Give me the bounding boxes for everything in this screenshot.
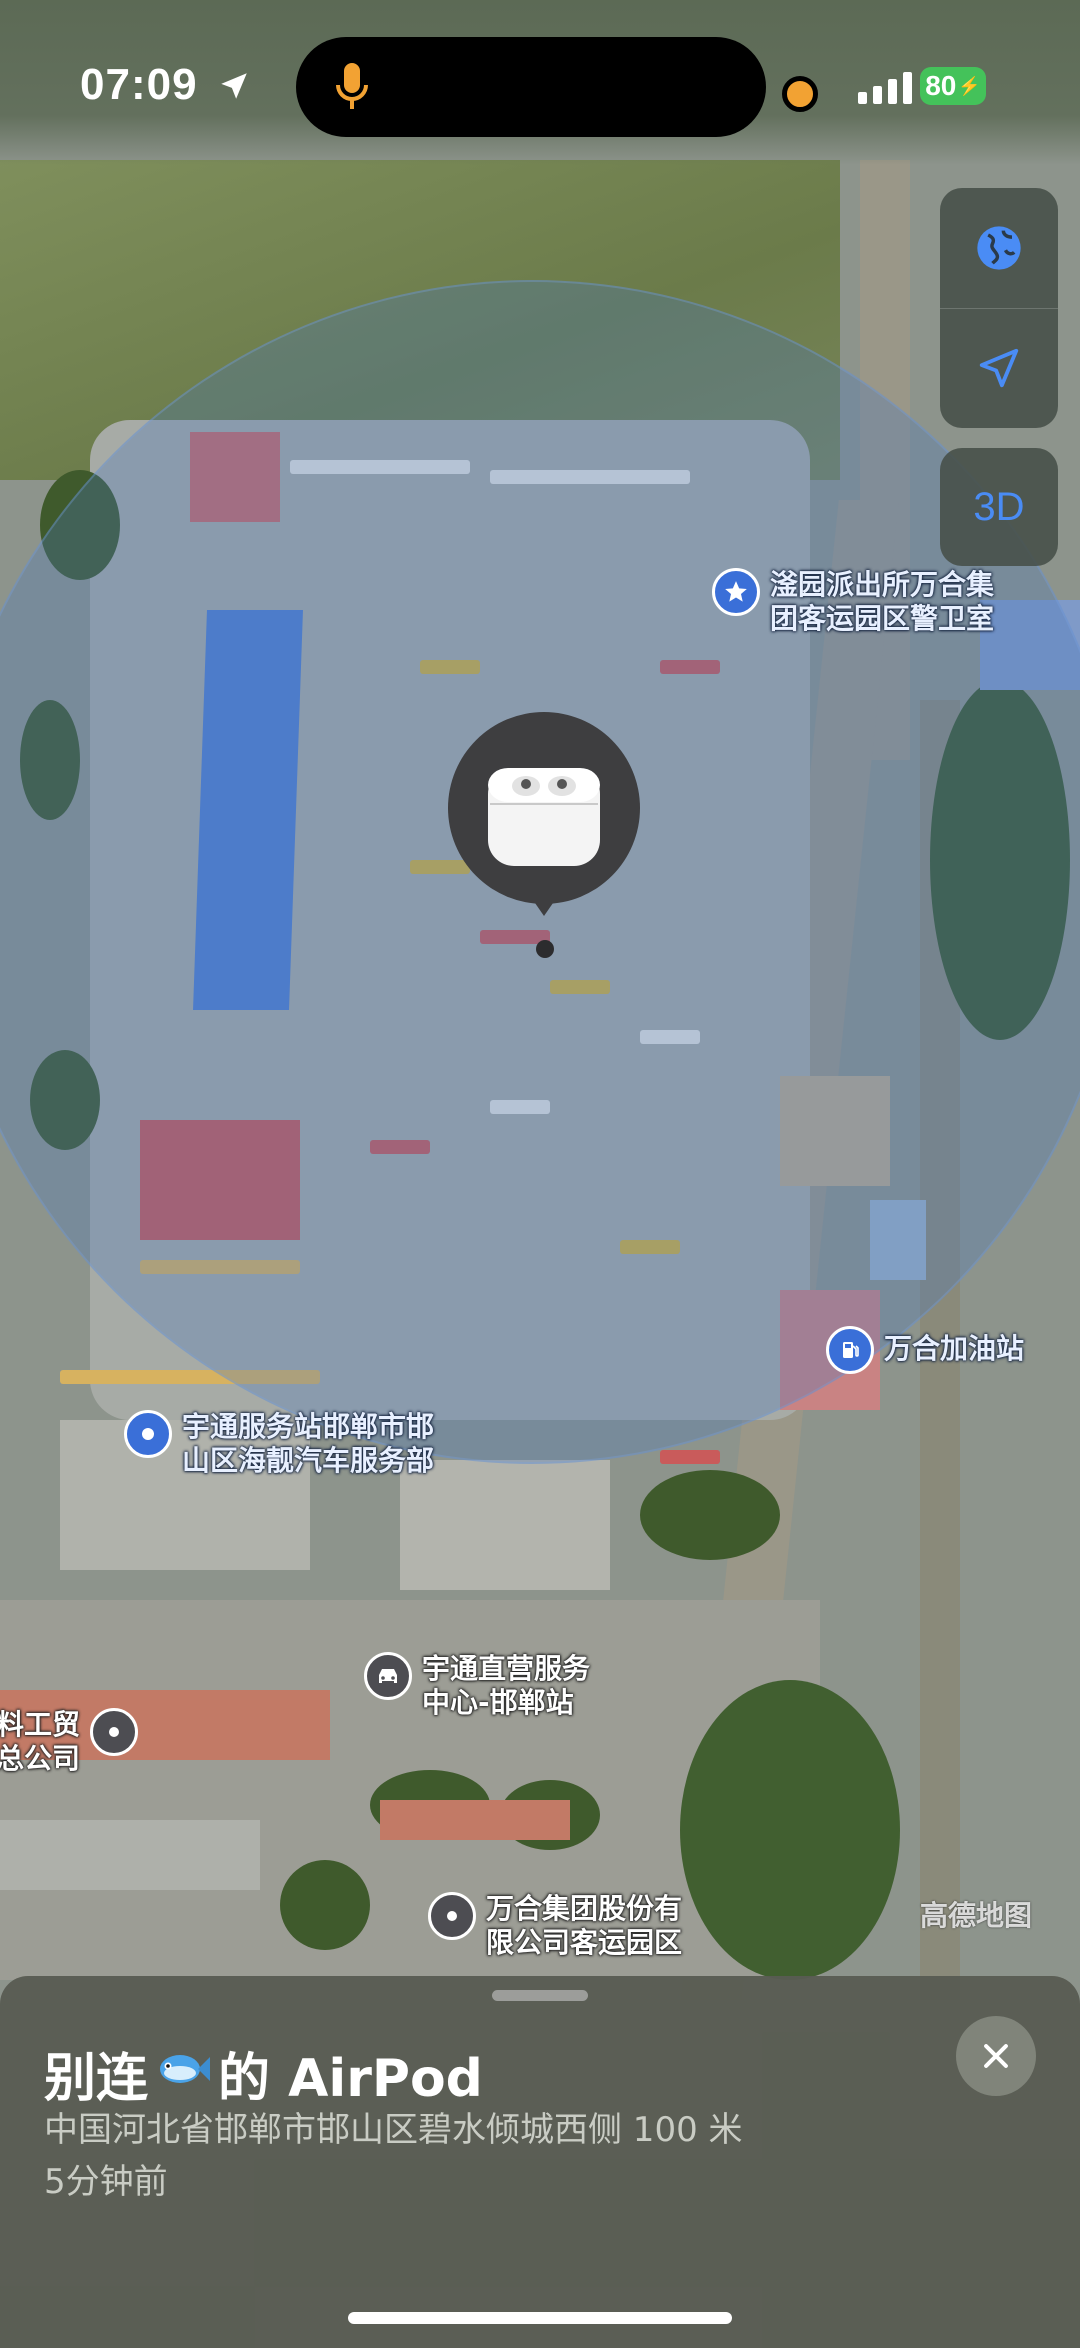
device-location-dot <box>536 940 554 958</box>
building <box>400 1460 610 1590</box>
map-mode-button[interactable] <box>940 188 1058 308</box>
privacy-indicator-dot <box>782 76 818 112</box>
poi-service-station[interactable]: 宇通服务站邯郸市邯 山区海靓汽车服务部 <box>124 1410 434 1478</box>
gas-station-icon <box>826 1326 874 1374</box>
poi-direct-service-center[interactable]: 宇通直营服务 中心-邯郸站 <box>364 1652 590 1720</box>
device-name: 别连 的 AirPod <box>44 2036 483 2111</box>
location-arrow-icon <box>221 73 247 99</box>
status-bar: 07:09 80 ⚡ <box>0 0 1080 165</box>
airpods-device-pin[interactable] <box>448 712 640 904</box>
star-icon <box>712 568 760 616</box>
status-time: 07:09 <box>80 60 251 110</box>
home-indicator[interactable] <box>348 2312 732 2324</box>
device-info-sheet[interactable]: 别连 的 AirPod 中国河北省邯郸市邯山区碧水倾城西侧 100 米 5分钟前 <box>0 1976 1080 2348</box>
cellular-signal-icon <box>858 70 912 104</box>
microphone-icon <box>336 63 368 109</box>
battery-icon: 80 ⚡ <box>920 67 986 105</box>
poi-gas-station[interactable]: 万合加油站 <box>826 1326 1024 1374</box>
poi-trading-company[interactable]: 料工贸 总公司 <box>0 1708 139 1776</box>
tree <box>280 1860 370 1950</box>
building <box>0 1820 260 1890</box>
map-watermark: 高德地图 <box>920 1899 1033 1932</box>
last-seen-time: 5分钟前 <box>44 2162 168 2202</box>
device-address: 中国河北省邯郸市邯山区碧水倾城西侧 100 米 <box>44 2110 743 2150</box>
poi-wanhe-passenger-park[interactable]: 万合集团股份有 限公司客运园区 <box>428 1892 682 1960</box>
pin-tail <box>526 890 562 916</box>
location-pin-icon <box>124 1410 172 1458</box>
locate-me-button[interactable] <box>940 308 1058 428</box>
fish-emoji-icon <box>154 2044 212 2104</box>
location-pin-icon <box>90 1708 139 1756</box>
close-icon <box>984 2044 1008 2068</box>
car-icon <box>364 1652 412 1700</box>
map-controls <box>940 188 1058 428</box>
dynamic-island[interactable] <box>296 37 766 137</box>
tree <box>680 1680 900 1980</box>
sheet-grabber[interactable] <box>492 1990 588 2001</box>
close-button[interactable] <box>956 2016 1036 2096</box>
building <box>380 1800 570 1840</box>
tree <box>640 1470 780 1560</box>
location-arrow-icon <box>979 348 1019 388</box>
poi-police-station[interactable]: 滏园派出所万合集 团客运园区警卫室 <box>712 568 994 636</box>
airpods-case-icon <box>488 768 600 866</box>
3d-view-button[interactable]: 3D <box>940 448 1058 566</box>
bus <box>660 1450 720 1464</box>
globe-icon <box>977 226 1021 270</box>
location-pin-icon <box>428 1892 476 1940</box>
